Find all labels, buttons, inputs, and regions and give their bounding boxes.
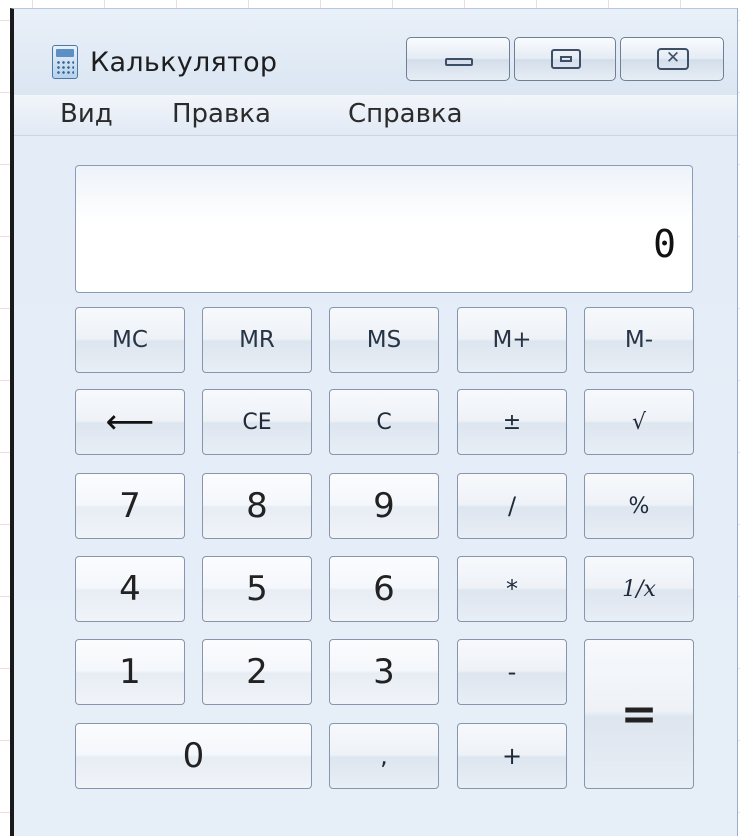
digit-1-button[interactable]: 1 [75,639,185,705]
memory-recall-button[interactable]: MR [202,307,312,373]
memory-store-button[interactable]: MS [329,307,439,373]
menu-help[interactable]: Справка [348,99,463,129]
digit-8-button[interactable]: 8 [202,473,312,539]
memory-clear-button[interactable]: MC [75,307,185,373]
calculator-window: Калькулятор ✕ Вид Правка Справка 0 MC MR… [10,8,738,836]
menu-edit[interactable]: Правка [172,99,271,129]
maximize-icon [551,49,581,69]
title-bar[interactable]: Калькулятор ✕ [14,9,737,95]
result-display: 0 [75,165,693,293]
percent-button[interactable]: % [584,473,694,539]
digit-4-button[interactable]: 4 [75,556,185,622]
digit-2-button[interactable]: 2 [202,639,312,705]
maximize-button[interactable] [514,37,616,81]
subtract-button[interactable]: - [457,639,567,705]
memory-add-button[interactable]: M+ [457,307,567,373]
digit-0-button[interactable]: 0 [75,723,312,789]
window-title: Калькулятор [90,47,278,78]
backspace-button[interactable]: ⟵ [75,389,185,455]
calculator-icon [52,45,78,79]
menu-view[interactable]: Вид [60,99,113,129]
menu-bar: Вид Правка Справка [14,95,737,136]
decimal-button[interactable]: , [329,723,439,789]
minimize-button[interactable] [406,37,510,81]
digit-9-button[interactable]: 9 [329,473,439,539]
multiply-button[interactable]: * [457,556,567,622]
digit-5-button[interactable]: 5 [202,556,312,622]
calculator-icon-screen [56,49,74,57]
display-value: 0 [653,222,676,266]
calculator-icon-keys [56,60,74,75]
digit-6-button[interactable]: 6 [329,556,439,622]
add-button[interactable]: + [457,723,567,789]
plus-minus-button[interactable]: ± [457,389,567,455]
digit-3-button[interactable]: 3 [329,639,439,705]
digit-7-button[interactable]: 7 [75,473,185,539]
clear-entry-button[interactable]: CE [202,389,312,455]
square-root-button[interactable]: √ [584,389,694,455]
reciprocal-button[interactable]: 1/x [584,556,694,622]
equals-button[interactable]: = [584,639,694,789]
divide-button[interactable]: / [457,473,567,539]
memory-subtract-button[interactable]: M- [584,307,694,373]
clear-button[interactable]: C [329,389,439,455]
close-icon: ✕ [657,48,689,70]
close-button[interactable]: ✕ [620,37,724,81]
minimize-icon [445,58,473,66]
